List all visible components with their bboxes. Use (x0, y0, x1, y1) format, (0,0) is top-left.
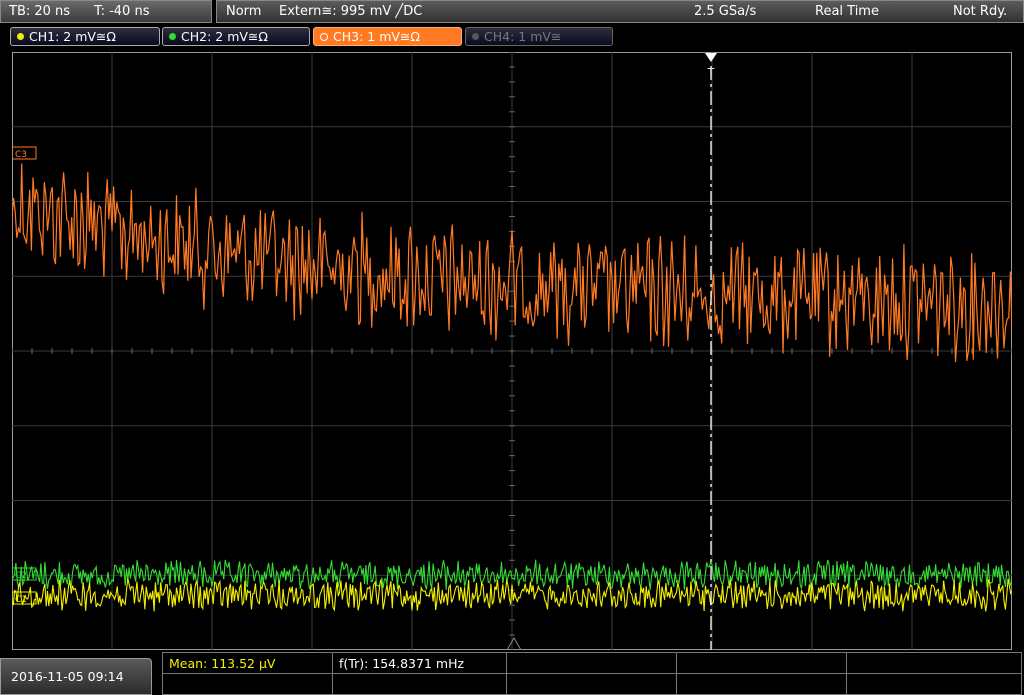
measurement-panel[interactable]: Mean: 113.52 µV f(Tr): 154.8371 mHz (162, 652, 1022, 695)
channel-3-label: CH3: 1 mV≅Ω (333, 29, 420, 44)
acquisition-mode: Real Time (815, 4, 879, 19)
channel-1-label: CH1: 2 mV≅Ω (29, 29, 116, 44)
top-status-bar: TB: 20 ns T: -40 ns Norm Extern≅: 995 mV… (0, 0, 1024, 24)
date-time-text: 2016-11-05 09:14 (11, 669, 124, 684)
channel-4-label: CH4: 1 mV≅ (484, 29, 562, 44)
channel-2-button[interactable]: CH2: 2 mV≅Ω (162, 27, 310, 46)
channel-4-button[interactable]: CH4: 1 mV≅ (465, 27, 613, 46)
trigger-level-icon (506, 637, 522, 650)
ready-status: Not Rdy. (953, 4, 1008, 19)
channel-2-dot-icon (169, 33, 176, 40)
channel-2-label: CH2: 2 mV≅Ω (181, 29, 268, 44)
date-time-display[interactable]: 2016-11-05 09:14 (0, 658, 152, 695)
measurement-slot-6[interactable] (163, 674, 333, 694)
trigger-source: Extern≅: 995 mV ╱DC (279, 4, 423, 19)
measurement-slot-8[interactable] (507, 674, 677, 694)
measurement-slot-5[interactable] (847, 653, 1021, 673)
channel-2-marker-label: C2 (15, 571, 27, 581)
channel-1-dot-icon (17, 33, 24, 40)
trigger-marker-label: T (707, 66, 715, 79)
waveform-display[interactable]: T C3 C2 C1 (12, 52, 1012, 650)
acquisition-status-panel[interactable]: Norm Extern≅: 995 mV ╱DC 2.5 GSa/s Real … (216, 0, 1024, 23)
channel-3-button[interactable]: CH3: 1 mV≅Ω (313, 27, 462, 46)
grid-lines (12, 52, 1012, 650)
timebase-readout: TB: 20 ns (9, 4, 71, 19)
mean-measurement[interactable]: Mean: 113.52 µV (163, 653, 333, 673)
timebase-panel[interactable]: TB: 20 ns T: -40 ns (0, 0, 212, 23)
channel-3-marker-label: C3 (15, 150, 27, 160)
mean-value: Mean: 113.52 µV (169, 655, 276, 671)
measurement-slot-4[interactable] (677, 653, 847, 673)
channel-1-button[interactable]: CH1: 2 mV≅Ω (10, 27, 160, 46)
measurement-slot-9[interactable] (677, 674, 847, 694)
channel-4-dot-icon (472, 33, 479, 40)
channel-3-dot-icon (320, 32, 328, 41)
channel-1-marker-label: C1 (15, 595, 27, 605)
measurement-slot-7[interactable] (333, 674, 507, 694)
trigger-mode: Norm (226, 4, 262, 19)
sample-rate: 2.5 GSa/s (694, 4, 757, 19)
trigger-time-readout: T: -40 ns (94, 4, 150, 19)
measurement-slot-3[interactable] (507, 653, 677, 673)
trigger-position-icon[interactable] (705, 53, 717, 62)
frequency-value: f(Tr): 154.8371 mHz (339, 655, 465, 671)
frequency-measurement[interactable]: f(Tr): 154.8371 mHz (333, 653, 507, 673)
channel-bar: CH1: 2 mV≅Ω CH2: 2 mV≅Ω CH3: 1 mV≅Ω CH4:… (0, 25, 1024, 49)
